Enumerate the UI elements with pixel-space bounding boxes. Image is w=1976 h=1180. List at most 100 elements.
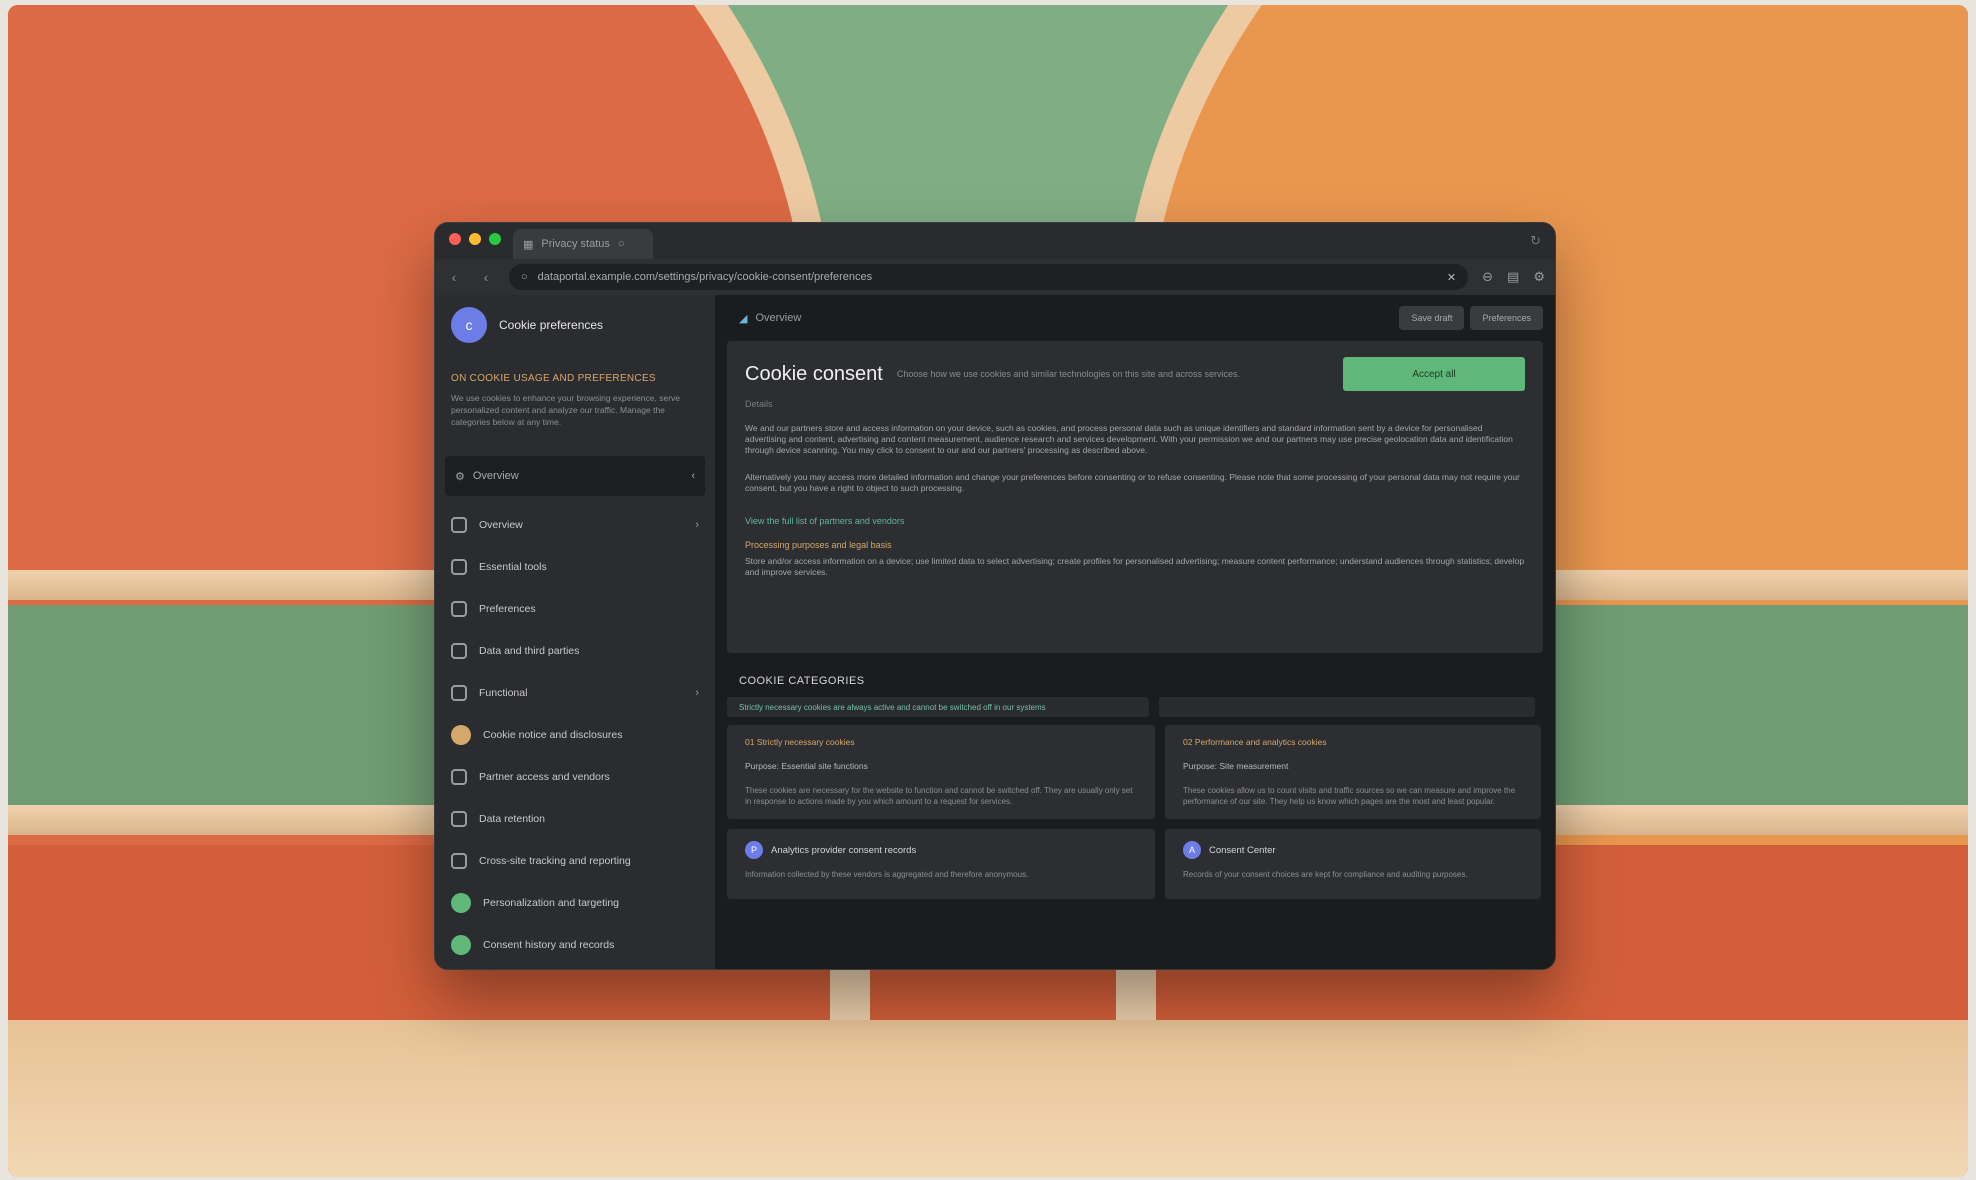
main-content: ◢ Overview Save draft Preferences Cookie… [715, 295, 1555, 969]
vendor-name: Consent Center [1209, 844, 1276, 856]
sidebar-item-label: Data and third parties [479, 645, 580, 657]
address-bar-row: ‹ ‹ ○ dataportal.example.com/settings/pr… [435, 259, 1555, 295]
lock-icon [451, 769, 467, 785]
sidebar-item[interactable]: Partner access and vendors [435, 756, 715, 798]
settings-icon: ⚙ [455, 470, 465, 483]
tab-favicon-icon: ▦ [523, 238, 534, 251]
green-dot-icon [451, 893, 471, 913]
sidebar-section-header[interactable]: ⚙ Overview ‹ [445, 456, 705, 496]
extensions-icon[interactable]: ⚙ [1533, 269, 1545, 285]
sidebar-item[interactable]: Consent history and records [435, 924, 715, 966]
green-dot-icon [451, 935, 471, 955]
chevron-right-icon[interactable]: › [695, 519, 699, 531]
vendor-avatar: P [745, 841, 763, 859]
square-icon [451, 685, 467, 701]
sidebar-item-label: Overview [479, 519, 523, 531]
notice-text: We use cookies to enhance your browsing … [451, 393, 680, 427]
title-bar: ▦ Privacy status ○ ↻ [435, 223, 1555, 259]
page-title: Cookie consent [745, 362, 883, 385]
partners-link[interactable]: View the full list of partners and vendo… [745, 516, 1525, 526]
sidebar-profile[interactable]: c Cookie preferences [435, 295, 715, 355]
category-purpose: Purpose: Essential site functions [745, 761, 868, 771]
archive-icon [451, 811, 467, 827]
notice-title: ON COOKIE USAGE AND PREFERENCES [451, 373, 656, 384]
square-icon [451, 601, 467, 617]
cookie-consent-card: Cookie consent Choose how we use cookies… [727, 341, 1543, 653]
database-icon [451, 643, 467, 659]
purposes-list: Store and/or access information on a dev… [745, 556, 1525, 577]
sidebar: c Cookie preferences ON COOKIE USAGE AND… [435, 295, 715, 969]
breadcrumb: ◢ Overview Save draft Preferences [727, 295, 1543, 341]
profile-icon[interactable]: ⊖ [1482, 269, 1493, 285]
back-button[interactable]: ‹ [445, 269, 463, 285]
accept-all-button[interactable]: Accept all [1343, 357, 1525, 391]
category-purpose: Purpose: Site measurement [1183, 761, 1289, 771]
category-description: These cookies allow us to count visits a… [1183, 786, 1516, 806]
breadcrumb-label[interactable]: Overview [755, 312, 801, 324]
sidebar-item-label: Partner access and vendors [479, 771, 610, 783]
forward-button[interactable]: ‹ [477, 269, 495, 285]
sidebar-item[interactable]: Personalization and targeting [435, 882, 715, 924]
sidebar-item[interactable]: Cookie notice and disclosures [435, 714, 715, 756]
sidebar-item-label: Preferences [479, 603, 536, 615]
close-window-button[interactable] [449, 233, 461, 245]
sidebar-item-label: Personalization and targeting [483, 897, 620, 909]
monitor-stand-post [1116, 970, 1156, 1020]
address-bar[interactable]: ○ dataportal.example.com/settings/privac… [509, 264, 1469, 290]
background-floor [8, 1020, 1968, 1177]
purposes-heading: Processing purposes and legal basis [745, 540, 892, 550]
shield-icon [451, 853, 467, 869]
orange-dot-icon [451, 725, 471, 745]
vendor-card[interactable]: P Analytics provider consent records Inf… [727, 829, 1155, 899]
reload-icon[interactable]: ↻ [1530, 233, 1541, 249]
vendor-name: Analytics provider consent records [771, 844, 917, 856]
profile-name: Cookie preferences [499, 318, 604, 332]
shield-icon [451, 517, 467, 533]
consent-paragraph: Alternatively you may access more detail… [745, 472, 1520, 493]
avatar: c [451, 307, 487, 343]
sidebar-item-label: Consent history and records [483, 939, 615, 951]
section-title: COOKIE CATEGORIES [739, 675, 865, 687]
sidebar-toggle-icon[interactable]: ▤ [1507, 269, 1519, 285]
consent-paragraph: We and our partners store and access inf… [745, 423, 1513, 455]
tab-close-icon[interactable]: ○ [618, 238, 625, 250]
sidebar-item-label: Functional [479, 687, 528, 699]
collapse-chevron-icon[interactable]: ‹ [691, 470, 695, 482]
minimize-window-button[interactable] [469, 233, 481, 245]
category-description: These cookies are necessary for the webs… [745, 786, 1133, 806]
sidebar-item[interactable]: Data retention [435, 798, 715, 840]
category-filter-bar[interactable] [1159, 697, 1535, 717]
square-icon [451, 559, 467, 575]
sidebar-item-label: Essential tools [479, 561, 547, 573]
breadcrumb-icon: ◢ [739, 312, 748, 325]
section-label: Overview [472, 470, 519, 482]
site-info-icon[interactable]: ○ [521, 271, 528, 283]
sidebar-item[interactable]: Functional › [435, 672, 715, 714]
category-filter-bar[interactable]: Strictly necessary cookies are always ac… [727, 697, 1149, 717]
cookie-notice: ON COOKIE USAGE AND PREFERENCES We use c… [435, 355, 715, 438]
vendor-description: Records of your consent choices are kept… [1183, 870, 1468, 879]
category-tag: 02 Performance and analytics cookies [1183, 737, 1327, 747]
tab-title: Privacy status [541, 238, 610, 250]
cookie-category-card[interactable]: 02 Performance and analytics cookies Pur… [1165, 725, 1541, 819]
browser-tab[interactable]: ▦ Privacy status ○ [513, 229, 653, 259]
chevron-right-icon[interactable]: › [695, 687, 699, 699]
preferences-button[interactable]: Preferences [1470, 306, 1543, 330]
save-draft-button[interactable]: Save draft [1399, 306, 1465, 330]
cookie-category-card[interactable]: 01 Strictly necessary cookies Purpose: E… [727, 725, 1155, 819]
vendor-card[interactable]: A Consent Center Records of your consent… [1165, 829, 1541, 899]
page-subtitle: Choose how we use cookies and similar te… [896, 369, 1241, 379]
sidebar-item-label: Cookie notice and disclosures [483, 729, 623, 741]
monitor-stand-post [830, 970, 870, 1020]
details-label: Details [745, 399, 773, 409]
sidebar-item[interactable]: Preferences [435, 588, 715, 630]
sidebar-item-label: Cross-site tracking and reporting [479, 855, 631, 867]
sidebar-item[interactable]: Data and third parties [435, 630, 715, 672]
url-text[interactable]: dataportal.example.com/settings/privacy/… [538, 271, 872, 283]
sidebar-item[interactable]: Essential tools [435, 546, 715, 588]
maximize-window-button[interactable] [489, 233, 501, 245]
sidebar-item-label: Data retention [479, 813, 545, 825]
sidebar-item[interactable]: Overview › [435, 504, 715, 546]
sidebar-item[interactable]: Cross-site tracking and reporting [435, 840, 715, 882]
clear-url-icon[interactable]: ✕ [1447, 271, 1456, 284]
